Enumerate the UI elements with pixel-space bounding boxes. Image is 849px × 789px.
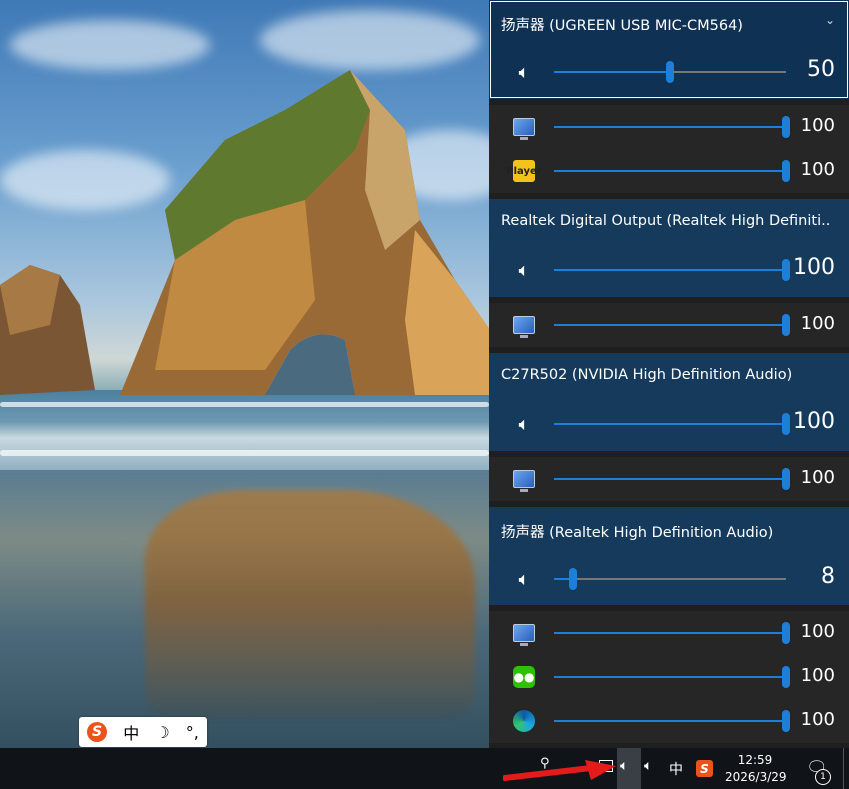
device-title: Realtek Digital Output (Realtek High Def… [501,213,831,229]
app-volume-row: 100 [489,105,849,149]
chevron-down-icon[interactable]: ⌄ [825,13,835,27]
clock-time: 12:59 [737,753,773,767]
speaker-icon[interactable]: 🔈︎ [511,60,537,84]
volume-slider[interactable] [554,314,790,336]
sogou-logo-icon[interactable]: S [87,722,108,742]
system-sounds-icon[interactable] [511,115,537,140]
arch-rock [120,70,489,395]
show-desktop-button[interactable] [843,748,844,789]
punctuation-toggle[interactable]: °, [186,723,199,742]
volume-value: 100 [800,621,835,642]
volume-value: 100 [793,255,835,280]
volume-mixer-panel: 扬声器 (UGREEN USB MIC-CM564) ⌄ 🔈︎ 50 100 P… [489,0,849,748]
taskbar: ⚲ 🔈︎ 🔈︎ 中 S 12:59 2026/3/29 🗨︎ 1 [0,748,849,789]
device-title: 扬声器 (Realtek High Definition Audio) [501,525,774,541]
volume-slider[interactable] [554,666,790,688]
volume-slider[interactable] [554,468,790,490]
app-volume-row: ●● 100 [489,655,849,699]
left-rock [0,265,95,395]
volume-mixer-tray-button[interactable]: 🔈︎ [617,748,641,789]
sea [0,390,489,470]
ime-mode-toggle[interactable]: 中 [123,720,139,744]
volume-value: 100 [800,159,835,180]
clock[interactable]: 12:59 2026/3/29 [725,752,787,786]
volume-slider[interactable] [554,160,790,182]
volume-slider[interactable] [554,116,790,138]
app-volume-row: 100 [489,303,849,347]
half-width-toggle[interactable]: ☽ [155,723,169,742]
volume-value: 50 [807,57,835,82]
device-title: C27R502 (NVIDIA High Definition Audio) [501,367,793,383]
sogou-tray-icon[interactable]: S [696,760,713,777]
red-arrow-annotation [503,760,616,781]
desktop-wallpaper [0,0,489,748]
device-header[interactable]: 扬声器 (Realtek High Definition Audio) 🔈︎ 8 [489,507,849,605]
app-volume-row: 100 [489,611,849,655]
ime-mode-indicator[interactable]: 中 [669,759,683,779]
wechat-icon[interactable]: ●● [511,665,537,689]
device-header[interactable]: C27R502 (NVIDIA High Definition Audio) 🔈… [489,353,849,451]
system-sounds-icon[interactable] [511,467,537,492]
device-volume-row: 🔈︎ 100 [489,248,849,292]
volume-slider[interactable] [554,413,790,435]
app-volume-row: 100 [489,699,849,743]
volume-slider[interactable] [554,259,790,281]
volume-slider[interactable] [554,568,786,590]
notification-count-badge: 1 [815,769,831,785]
device-volume-row: 🔈︎ 100 [489,402,849,446]
speaker-icon[interactable]: 🔈︎ [644,758,652,774]
volume-value: 100 [800,313,835,334]
ime-toolbar[interactable]: S 中 ☽ °, [79,717,207,747]
volume-slider[interactable] [554,622,790,644]
potplayer-icon[interactable]: Player [506,159,542,183]
volume-value: 8 [821,564,835,589]
volume-value: 100 [800,115,835,136]
volume-value: 100 [800,709,835,730]
device-volume-row: 🔈︎ 8 [489,557,849,601]
volume-slider[interactable] [554,710,790,732]
rock-reflection [145,490,475,720]
speaker-icon[interactable]: 🔈︎ [511,412,537,436]
volume-value: 100 [800,467,835,488]
volume-slider[interactable] [554,61,786,83]
device-volume-row: 🔈︎ 50 [489,50,849,94]
device-header[interactable]: Realtek Digital Output (Realtek High Def… [489,199,849,297]
device-title: 扬声器 (UGREEN USB MIC-CM564) [501,18,743,34]
volume-value: 100 [800,665,835,686]
device-header[interactable]: 扬声器 (UGREEN USB MIC-CM564) ⌄ 🔈︎ 50 [489,0,849,99]
app-volume-row: Player 100 [489,149,849,193]
system-sounds-icon[interactable] [511,313,537,338]
clock-date: 2026/3/29 [725,770,787,784]
volume-value: 100 [793,409,835,434]
edge-icon[interactable] [511,709,537,733]
system-sounds-icon[interactable] [511,621,537,646]
speaker-icon[interactable]: 🔈︎ [511,567,537,591]
app-volume-row: 100 [489,457,849,501]
speaker-icon: 🔈︎ [620,758,629,774]
speaker-icon[interactable]: 🔈︎ [511,258,537,282]
